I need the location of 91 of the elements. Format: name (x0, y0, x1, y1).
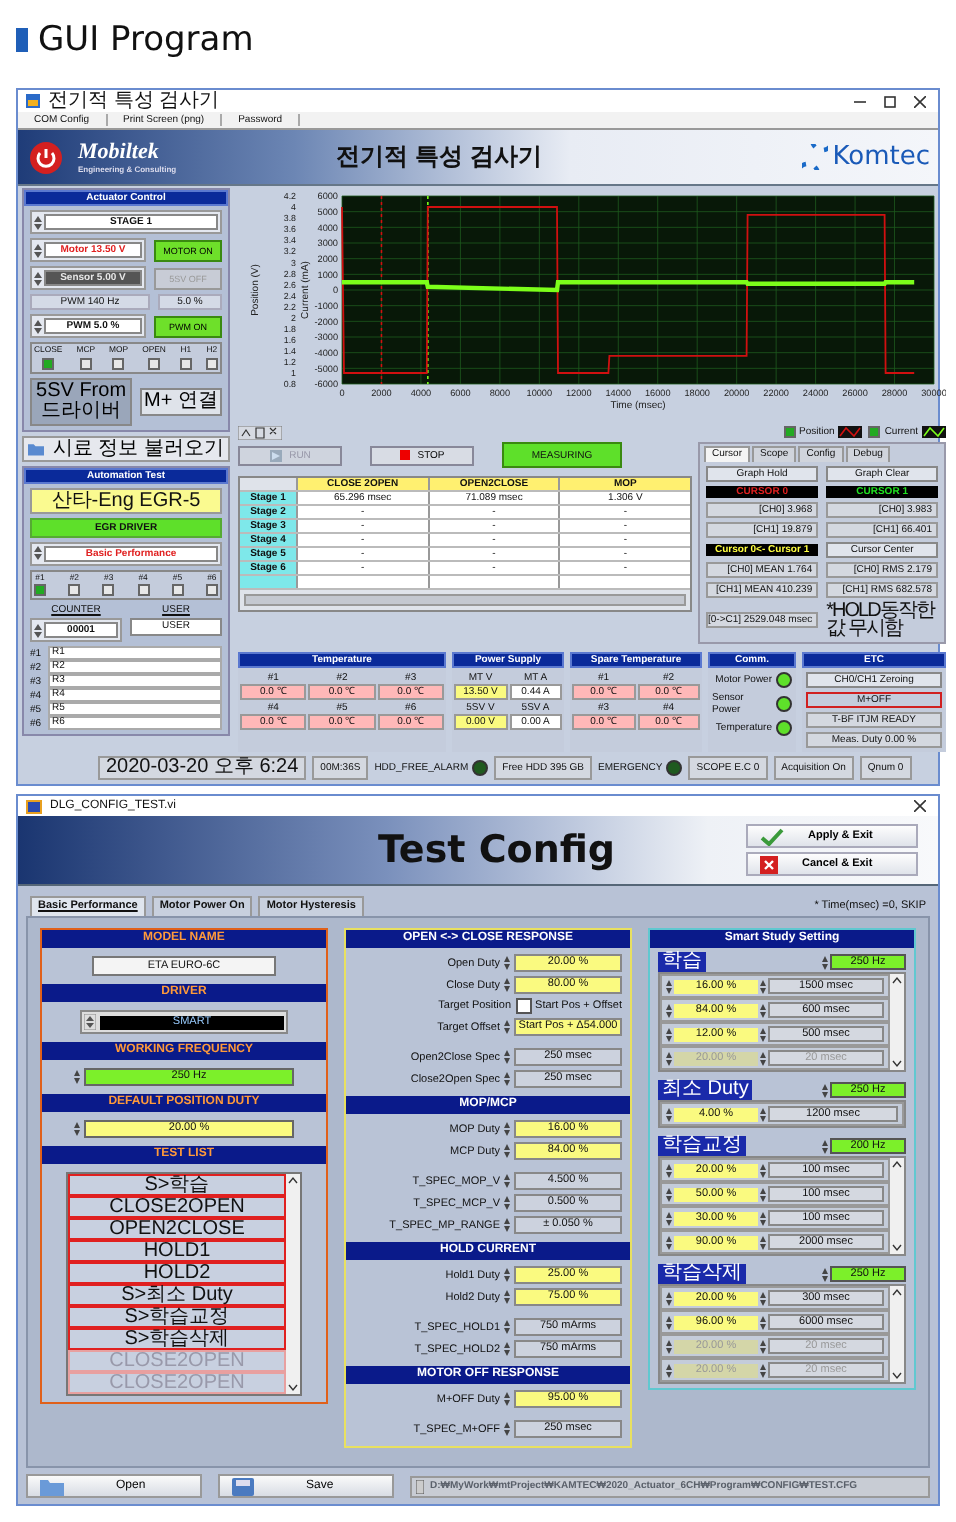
list-item[interactable]: CLOSE2OPEN (68, 1196, 286, 1218)
minimize-icon[interactable] (854, 95, 866, 107)
stop-icon (399, 450, 410, 460)
maximize-icon[interactable] (884, 95, 896, 107)
folder-icon (40, 1477, 64, 1495)
model-field[interactable]: 산타-Eng EGR-5 (30, 487, 222, 513)
checkbox[interactable] (148, 357, 160, 369)
group-label: 학습교정 (658, 1136, 746, 1156)
check-icon (760, 827, 784, 845)
connect-button[interactable]: M+ 연결 (140, 387, 222, 415)
load-sample-button[interactable]: 시료 정보 불러오기 (22, 435, 230, 461)
spinner-icon[interactable] (504, 1196, 510, 1210)
spinner-icon[interactable] (504, 956, 510, 970)
spinner-icon[interactable] (74, 1122, 80, 1136)
scrollbar[interactable] (890, 1286, 904, 1382)
spinner-icon[interactable] (504, 1392, 510, 1406)
window-title: 전기적 특성 검사기 (48, 91, 220, 111)
power-icon[interactable] (30, 141, 62, 173)
scroll-down-icon[interactable] (892, 1244, 902, 1252)
spinner-icon[interactable] (504, 1122, 510, 1136)
scroll-down-icon[interactable] (892, 1372, 902, 1380)
scrollbar[interactable] (286, 1174, 300, 1394)
checkbox[interactable] (179, 357, 192, 369)
sensor-source-button[interactable]: 5SV From 드라이버 (30, 377, 133, 425)
partner-logo: Komtec (832, 142, 930, 172)
checkbox[interactable] (171, 584, 184, 596)
list-item[interactable]: S>학습 (68, 1174, 286, 1196)
list-item[interactable]: S>최소 Duty (68, 1284, 286, 1306)
legend-swatch-icon (838, 426, 863, 438)
checkbox[interactable] (102, 584, 115, 596)
spinner-icon[interactable] (504, 1072, 510, 1086)
scrollbar[interactable] (890, 974, 904, 1070)
scroll-up-icon[interactable] (892, 1160, 902, 1168)
spinner-icon[interactable] (504, 1342, 510, 1356)
folder-icon (28, 441, 45, 455)
close-icon (760, 855, 778, 873)
group-label: 최소 Duty (658, 1080, 753, 1100)
spinner-icon[interactable] (504, 1422, 510, 1436)
list-item[interactable]: S>학습교정 (68, 1306, 286, 1328)
spinner-icon[interactable] (504, 1268, 510, 1282)
scrollbar[interactable] (890, 1158, 904, 1254)
scroll-up-icon[interactable] (288, 1176, 298, 1184)
app-icon (26, 94, 40, 108)
spinner-icon[interactable] (504, 1144, 510, 1158)
dialog-heading: Test Config (378, 828, 616, 872)
spinner-icon[interactable] (84, 1014, 96, 1030)
graph-tools-icon[interactable] (238, 425, 282, 439)
checkbox[interactable] (112, 357, 125, 369)
app-heading: 전기적 특성 검사기 (336, 140, 542, 174)
list-item[interactable]: S>학습삭제 (68, 1328, 286, 1350)
spinner-icon[interactable] (504, 1320, 510, 1334)
checkbox[interactable] (34, 584, 46, 596)
checkbox[interactable] (515, 998, 532, 1014)
app-icon (26, 799, 42, 813)
spinner-icon[interactable] (74, 1070, 80, 1084)
checkbox[interactable] (205, 584, 218, 596)
spinner-icon[interactable] (504, 1020, 510, 1034)
scroll-down-icon[interactable] (288, 1384, 298, 1392)
spinner-icon[interactable] (504, 1218, 510, 1232)
spinner-icon[interactable] (504, 1174, 510, 1188)
page-title: GUI Program (38, 20, 254, 60)
row-header (240, 576, 296, 588)
checkbox[interactable] (783, 426, 796, 438)
close-icon[interactable] (914, 800, 926, 812)
checkbox[interactable] (868, 426, 881, 438)
cursor-line[interactable] (380, 195, 383, 385)
list-item[interactable]: HOLD1 (68, 1240, 286, 1262)
legend-swatch-icon (922, 426, 946, 438)
group-label: 학습삭제 (658, 1264, 746, 1284)
checkbox[interactable] (205, 357, 218, 369)
brand-logo: Mobiltek (78, 141, 161, 163)
run-icon (269, 449, 282, 461)
checkbox[interactable] (68, 584, 81, 596)
scrollbar[interactable] (244, 594, 686, 606)
list-item[interactable]: OPEN2CLOSE (68, 1218, 286, 1240)
scroll-down-icon[interactable] (892, 1060, 902, 1068)
close-icon[interactable] (914, 95, 926, 107)
group-label: 학습 (658, 952, 706, 972)
path-type-icon (416, 1479, 424, 1493)
status-field: 2020-03-20 오후 6:24 (98, 756, 307, 780)
list-item[interactable]: HOLD2 (68, 1262, 286, 1284)
checkbox[interactable] (137, 584, 150, 596)
bullet-icon (16, 28, 28, 52)
spinner-icon[interactable] (504, 978, 510, 992)
checkbox[interactable] (79, 357, 92, 369)
note-text: *HOLD동작한 값 무시함 (826, 602, 937, 638)
spinner-icon[interactable] (504, 1050, 510, 1064)
scroll-up-icon[interactable] (892, 1288, 902, 1296)
scroll-up-icon[interactable] (892, 976, 902, 984)
spinner-icon[interactable] (504, 1290, 510, 1304)
checkbox[interactable] (42, 357, 55, 369)
